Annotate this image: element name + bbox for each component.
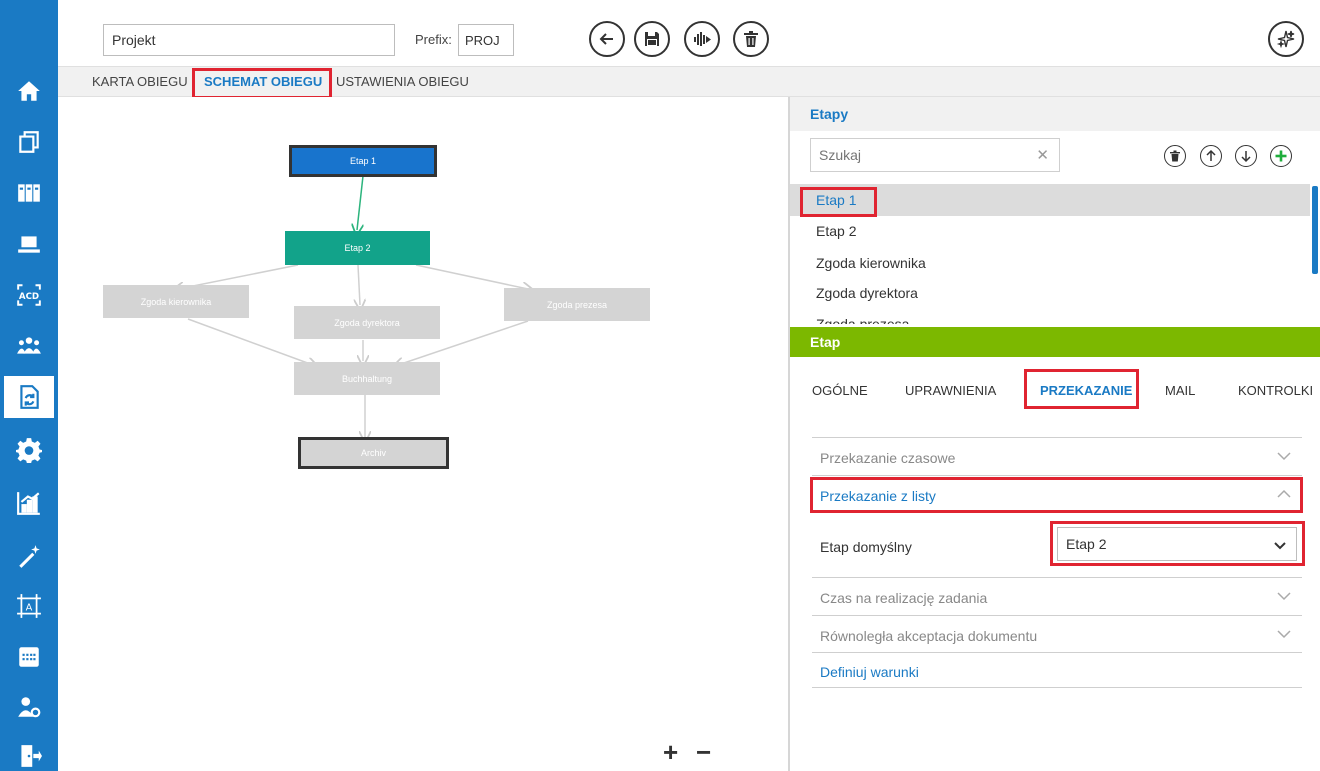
users-group-icon[interactable] (8, 325, 50, 367)
workflow-name-input[interactable] (103, 24, 395, 56)
laptop-icon[interactable] (8, 223, 50, 265)
section-title: Przekazanie czasowe (820, 450, 956, 466)
form-designer-icon[interactable]: A (8, 585, 50, 627)
app-window: ACD A Prefix: (0, 0, 1320, 771)
stage-list-item[interactable]: Zgoda dyrektora (790, 277, 1310, 309)
chevron-down-icon (1274, 542, 1286, 550)
prefix-input[interactable] (458, 24, 514, 56)
section-czas-na-realizacje[interactable]: Czas na realizację zadania (812, 577, 1302, 615)
subtab-uprawnienia[interactable]: UPRAWNIENIA (905, 383, 996, 398)
section-przekazanie-z-listy[interactable]: Przekazanie z listy (812, 475, 1302, 513)
section-divider (812, 652, 1302, 653)
top-toolbar: Prefix: (58, 0, 1320, 66)
default-stage-select[interactable]: Etap 2 (1057, 527, 1297, 561)
default-stage-label: Etap domyślny (820, 539, 912, 555)
binders-icon[interactable] (8, 172, 50, 214)
logout-icon[interactable] (8, 735, 50, 771)
stage-list-item[interactable]: Etap 2 (790, 215, 1310, 247)
node-etap-1[interactable]: Etap 1 (289, 145, 437, 177)
node-zgoda-dyrektora[interactable]: Zgoda dyrektora (294, 306, 440, 339)
stage-list-item[interactable]: Zgoda kierownika (790, 247, 1310, 279)
stage-list-item[interactable]: Etap 1 (790, 184, 1310, 216)
calendar-icon[interactable] (8, 636, 50, 678)
subtab-mail[interactable]: MAIL (1165, 383, 1195, 398)
section-title: Czas na realizację zadania (820, 590, 988, 606)
workflow-flow-button[interactable] (684, 21, 720, 57)
workflow-diagram: Etap 1 Etap 2 Zgoda kierownika Zgoda dyr… (58, 97, 788, 771)
tab-ustawienia-obiegu[interactable]: USTAWIENIA OBIEGU (336, 74, 469, 89)
move-up-button[interactable] (1200, 145, 1222, 167)
svg-text:ACD: ACD (19, 292, 39, 302)
define-conditions-link[interactable]: Definiuj warunki (820, 664, 919, 680)
default-stage-value: Etap 2 (1066, 536, 1107, 552)
diagram-connectors (58, 175, 788, 771)
back-button[interactable] (589, 21, 625, 57)
stage-list-scrollbar[interactable] (1312, 186, 1318, 274)
node-zgoda-kierownika[interactable]: Zgoda kierownika (103, 285, 249, 318)
main-tab-bar: KARTA OBIEGU SCHEMAT OBIEGU USTAWIENIA O… (58, 66, 1320, 97)
sparkle-button[interactable] (1268, 21, 1304, 57)
node-zgoda-prezesa[interactable]: Zgoda prezesa (504, 288, 650, 321)
chart-icon[interactable] (8, 482, 50, 524)
ocr-icon[interactable]: ACD (8, 274, 50, 316)
stage-search-box: ✕ (810, 138, 1060, 172)
chevron-up-icon (1277, 489, 1291, 498)
clear-search-icon[interactable]: ✕ (1036, 146, 1049, 164)
documents-icon[interactable] (8, 121, 50, 163)
chevron-down-icon (1277, 452, 1291, 461)
section-title: Równoległa akceptacja dokumentu (820, 628, 1038, 644)
node-buchhaltung[interactable]: Buchhaltung (294, 362, 440, 395)
section-przekazanie-czasowe[interactable]: Przekazanie czasowe (812, 437, 1302, 475)
sidebar: ACD A (0, 0, 58, 771)
stages-header: Etapy (790, 97, 1320, 131)
tab-schemat-obiegu[interactable]: SCHEMAT OBIEGU (204, 74, 322, 89)
stage-detail-header: Etap (790, 327, 1320, 357)
home-icon[interactable] (8, 70, 50, 112)
zoom-out-button[interactable]: − (696, 737, 711, 768)
tab-karta-obiegu[interactable]: KARTA OBIEGU (92, 74, 188, 89)
stage-list-item[interactable]: Zgoda prezesa (790, 308, 1310, 324)
chevron-down-icon (1277, 592, 1291, 601)
move-down-button[interactable] (1235, 145, 1257, 167)
stage-list: Etap 1 Etap 2 Zgoda kierownika Zgoda dyr… (790, 183, 1320, 324)
user-settings-icon[interactable] (8, 686, 50, 728)
gear-icon[interactable] (8, 429, 50, 471)
zoom-in-button[interactable]: + (663, 737, 678, 768)
node-archiv[interactable]: Archiv (298, 437, 449, 469)
subtab-przekazanie[interactable]: PRZEKAZANIE (1040, 383, 1132, 398)
stage-search-input[interactable] (819, 147, 1019, 163)
svg-text:A: A (26, 602, 33, 613)
workflow-icon[interactable] (4, 376, 54, 418)
add-stage-button[interactable] (1270, 145, 1292, 167)
section-rownolegla-akceptacja[interactable]: Równoległa akceptacja dokumentu (812, 615, 1302, 653)
node-etap-2[interactable]: Etap 2 (285, 231, 430, 265)
delete-button[interactable] (733, 21, 769, 57)
save-button[interactable] (634, 21, 670, 57)
delete-stage-button[interactable] (1164, 145, 1186, 167)
magic-wand-icon[interactable] (8, 535, 50, 577)
chevron-down-icon (1277, 630, 1291, 639)
subtab-ogolne[interactable]: OGÓLNE (812, 383, 868, 398)
prefix-label: Prefix: (415, 32, 452, 47)
bottom-divider (812, 687, 1302, 688)
subtab-kontrolki[interactable]: KONTROLKI (1238, 383, 1313, 398)
section-title: Przekazanie z listy (820, 488, 936, 504)
